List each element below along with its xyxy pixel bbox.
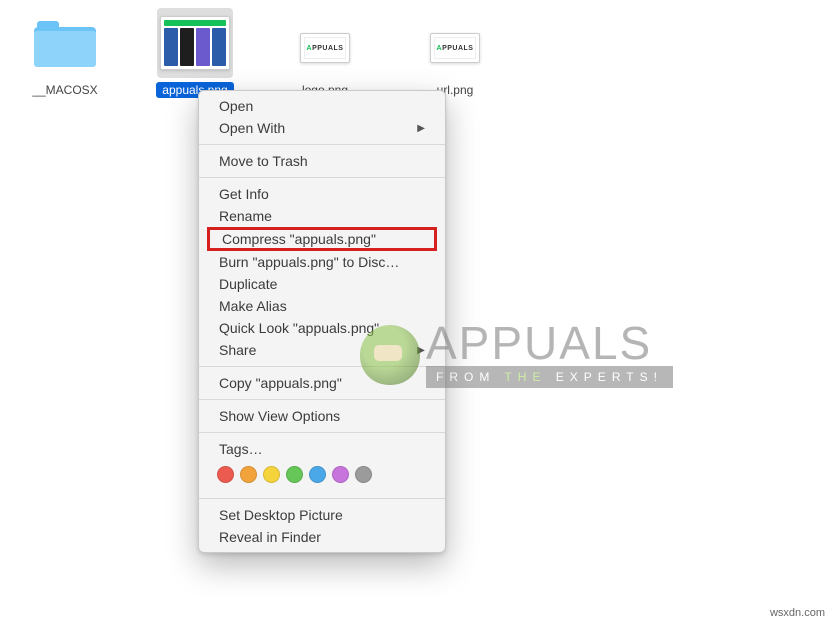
menu-share[interactable]: Share ▶	[199, 339, 445, 361]
menu-label: Burn "appuals.png" to Disc…	[219, 254, 399, 270]
tag-gray[interactable]	[355, 466, 372, 483]
menu-move-to-trash[interactable]: Move to Trash	[199, 150, 445, 172]
context-menu: Open Open With ▶ Move to Trash Get Info …	[198, 90, 446, 553]
menu-open[interactable]: Open	[199, 95, 445, 117]
menu-separator	[199, 432, 445, 433]
menu-label: Set Desktop Picture	[219, 507, 343, 523]
tag-red[interactable]	[217, 466, 234, 483]
credit-text: wsxdn.com	[770, 607, 825, 619]
image-thumbnail-icon: APPUALS	[430, 33, 480, 63]
menu-reveal-in-finder[interactable]: Reveal in Finder	[199, 526, 445, 548]
menu-label: Open	[219, 98, 253, 114]
image-thumbnail-icon	[160, 16, 230, 70]
menu-open-with[interactable]: Open With ▶	[199, 117, 445, 139]
menu-label: Make Alias	[219, 298, 287, 314]
menu-label: Rename	[219, 208, 272, 224]
menu-make-alias[interactable]: Make Alias	[199, 295, 445, 317]
menu-label: Reveal in Finder	[219, 529, 321, 545]
menu-burn[interactable]: Burn "appuals.png" to Disc…	[199, 251, 445, 273]
menu-show-view-options[interactable]: Show View Options	[199, 405, 445, 427]
finder-desktop[interactable]: __MACOSX appuals.png APPUALS logo.png	[0, 0, 831, 623]
menu-label: Copy "appuals.png"	[219, 375, 342, 391]
file-grid: __MACOSX appuals.png APPUALS logo.png	[10, 8, 821, 98]
menu-label: Move to Trash	[219, 153, 308, 169]
menu-label: Show View Options	[219, 408, 340, 424]
menu-rename[interactable]: Rename	[199, 205, 445, 227]
menu-separator	[199, 399, 445, 400]
menu-label: Get Info	[219, 186, 269, 202]
file-item-folder[interactable]: __MACOSX	[20, 8, 110, 98]
menu-separator	[199, 144, 445, 145]
tag-blue[interactable]	[309, 466, 326, 483]
menu-set-desktop-picture[interactable]: Set Desktop Picture	[199, 504, 445, 526]
menu-label: Share	[219, 342, 256, 358]
annotation-highlight: Compress "appuals.png"	[207, 227, 437, 251]
menu-label: Open With	[219, 120, 285, 136]
folder-icon	[34, 19, 96, 67]
tag-green[interactable]	[286, 466, 303, 483]
watermark-title: APPUALS	[426, 322, 673, 366]
image-thumbnail-icon: APPUALS	[300, 33, 350, 63]
file-item-selected[interactable]: appuals.png	[150, 8, 240, 98]
menu-separator	[199, 498, 445, 499]
chevron-right-icon: ▶	[417, 123, 425, 134]
tags-row	[199, 460, 445, 493]
menu-compress[interactable]: Compress "appuals.png"	[210, 230, 434, 248]
menu-separator	[199, 177, 445, 178]
file-item-image[interactable]: APPUALS url.png	[410, 8, 500, 98]
menu-copy[interactable]: Copy "appuals.png"	[199, 372, 445, 394]
tag-orange[interactable]	[240, 466, 257, 483]
menu-label: Duplicate	[219, 276, 277, 292]
menu-get-info[interactable]: Get Info	[199, 183, 445, 205]
file-item-image[interactable]: APPUALS logo.png	[280, 8, 370, 98]
menu-duplicate[interactable]: Duplicate	[199, 273, 445, 295]
menu-label: Quick Look "appuals.png"	[219, 320, 379, 336]
menu-label: Compress "appuals.png"	[222, 231, 376, 247]
menu-tags[interactable]: Tags…	[199, 438, 445, 460]
watermark-subtitle: FROM THE EXPERTS!	[426, 366, 673, 388]
tag-purple[interactable]	[332, 466, 349, 483]
menu-quick-look[interactable]: Quick Look "appuals.png"	[199, 317, 445, 339]
file-label: __MACOSX	[26, 82, 103, 98]
tag-yellow[interactable]	[263, 466, 280, 483]
menu-separator	[199, 366, 445, 367]
chevron-right-icon: ▶	[417, 345, 425, 356]
menu-label: Tags…	[219, 441, 263, 457]
